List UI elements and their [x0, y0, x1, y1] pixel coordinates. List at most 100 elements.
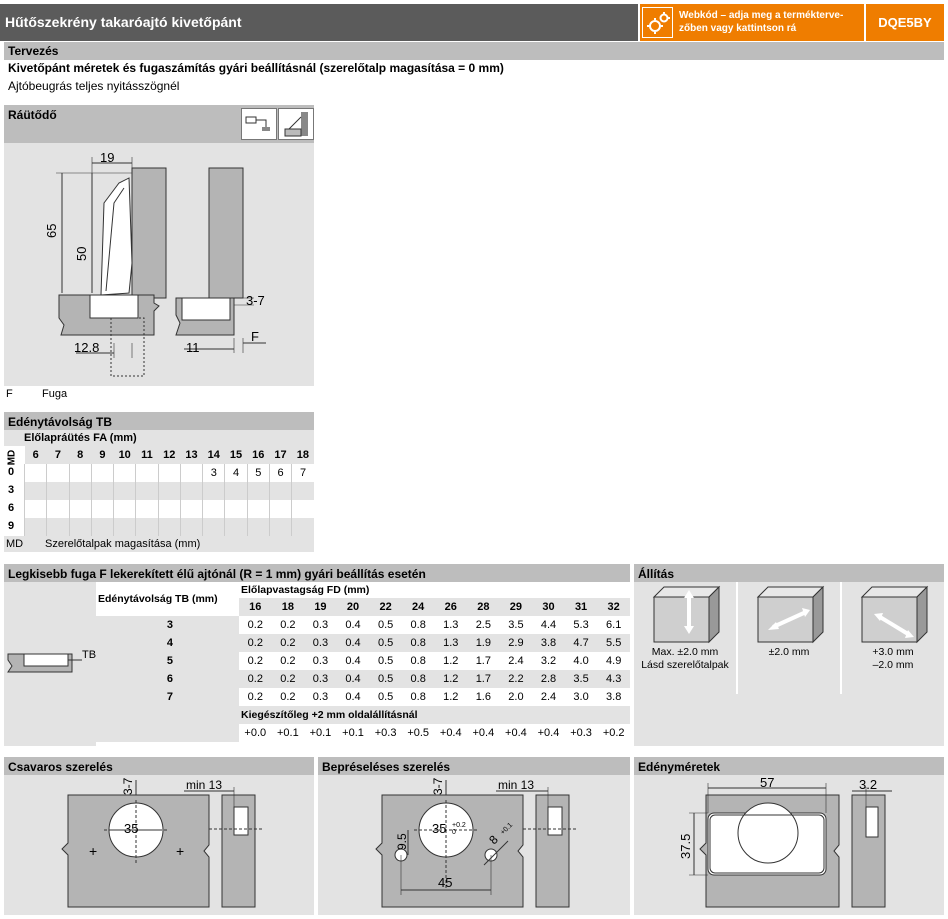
tb-heading: Edénytávolság TB [4, 412, 314, 430]
table-cell [224, 518, 248, 536]
table-cell: 3.5 [508, 619, 524, 631]
table-cell [157, 464, 181, 482]
dim-12-8: 12.8 [74, 340, 99, 355]
fd-header-cell: 32 [607, 601, 620, 613]
table-cell: +0.4 [537, 727, 560, 739]
table-cell: 0.3 [312, 691, 329, 703]
table-cell: 5.3 [573, 619, 589, 631]
edeny-heading: Edényméretek [634, 757, 944, 775]
fa-header-cell: 12 [163, 449, 176, 461]
table-row [23, 518, 314, 536]
table-cell [68, 464, 92, 482]
dim-19: 19 [100, 150, 114, 165]
adjust-item-side: ±2.0 mm [738, 582, 840, 746]
table-cell [135, 482, 159, 500]
table-row: 4 0.2 0.2 0.3 0.4 0.5 0.8 1.3 1.9 2.9 3.8 4.7 5.5 [96, 634, 630, 652]
table-cell [46, 482, 70, 500]
design-heading: Tervezés [4, 42, 944, 60]
dim-35: 35 [432, 821, 446, 836]
table-cell: 0.4 [345, 619, 361, 631]
edeny-drawing: 57 3.2 37.5 [678, 775, 892, 908]
design-heading-text: Tervezés [8, 44, 59, 58]
dim-3-7: 3-7 [246, 293, 265, 308]
dim-35: 35 [124, 821, 138, 836]
table-cell: 0.4 [345, 673, 361, 685]
table-cell: 2.4 [540, 691, 557, 703]
table-cell [46, 464, 70, 482]
dim-11: 11 [186, 340, 200, 355]
fd-header-cell: 24 [412, 601, 425, 613]
legend-value: Fuga [42, 388, 68, 400]
webcode-text: Webkód – adja meg a termékterve- [679, 10, 844, 21]
webcode-button[interactable]: Webkód – adja meg a termékterve- zőben v… [640, 4, 864, 41]
table-cell: 0.5 [377, 619, 394, 631]
table-cell: 0.2 [247, 637, 263, 649]
rautodo-drawing-panel: 19 65 50 12.8 3-7 11 F [4, 143, 314, 386]
tol-down: 0 [452, 829, 456, 836]
allitas-heading: Állítás [634, 564, 944, 582]
table-cell: 6 [268, 464, 292, 482]
fuga-table: Edénytávolság TB (mm) Előlapvastagság FD… [96, 582, 630, 742]
table-cell: 0.5 [377, 637, 394, 649]
md-row-label: 0 [8, 466, 15, 478]
table-cell [268, 500, 292, 518]
tol-up: +0.2 [452, 822, 466, 829]
table-cell: +0.4 [439, 727, 462, 739]
rautodo-heading-text: Ráütődő [8, 108, 57, 122]
table-cell: 2.4 [508, 655, 524, 667]
table-cell: 3.8 [540, 637, 557, 649]
product-code: DQE5BY [866, 4, 944, 41]
rautodo-legend: F Fuga [4, 386, 314, 402]
table-cell [23, 500, 47, 518]
table-cell [23, 464, 47, 482]
table-cell: 0.2 [247, 673, 263, 685]
table-row [23, 482, 314, 500]
title-bar: Hűtőszekrény takaróajtó kivetőpánt [0, 4, 638, 41]
fa-header-cell: 15 [229, 449, 243, 461]
gear-icon [642, 7, 673, 38]
table-cell: 0.2 [247, 691, 263, 703]
fd-header-cell: 18 [281, 601, 294, 613]
table-cell: 0.5 [377, 691, 394, 703]
table-cell: 4.7 [573, 637, 589, 649]
legend-key: F [6, 388, 13, 400]
fd-header-cell: 31 [574, 601, 588, 613]
table-cell [291, 518, 314, 536]
table-cell: 0.3 [312, 637, 329, 649]
fd-header-cell: 20 [346, 601, 360, 613]
dim-50: 50 [74, 247, 89, 261]
table-cell [291, 482, 314, 500]
table-cell: 0.2 [280, 637, 296, 649]
adjust-value: Max. ±2.0 mm [651, 646, 719, 658]
table-cell [179, 500, 203, 518]
table-cell: 3.0 [573, 691, 589, 703]
table-cell [157, 518, 181, 536]
edeny-heading-text: Edényméretek [638, 760, 721, 774]
table-cell: 0.8 [410, 655, 426, 667]
table-cell [268, 518, 292, 536]
table-cell: 4 [224, 464, 248, 482]
table-cell: 0.8 [410, 619, 426, 631]
table-cell [90, 482, 114, 500]
design-subheading-text: Kivetőpánt méretek és fugaszámítás gyári… [8, 61, 504, 75]
table-cell: +0.1 [277, 727, 299, 739]
table-row: 34567 [23, 464, 314, 482]
fd-header-cell: 16 [249, 601, 262, 613]
table-cell: 1.9 [475, 637, 491, 649]
product-code-text: DQE5BY [878, 15, 932, 30]
bepreseles-heading: Bepréseléses szerelés [318, 757, 630, 775]
table-cell: 4.4 [540, 619, 557, 631]
table-cell: 0.4 [345, 637, 361, 649]
table-cell [135, 464, 159, 482]
table-cell: 2.0 [508, 691, 524, 703]
table-cell: 0.3 [312, 619, 329, 631]
csv-bhead: + [176, 843, 184, 859]
adjust-item-height: +3.0 mm –2.0 mm [842, 582, 944, 746]
table-cell: 2.9 [508, 637, 524, 649]
md-row-label: 6 [8, 502, 15, 514]
fd-header-cell: 30 [542, 601, 555, 613]
table-cell: 4.3 [606, 673, 622, 685]
table-cell: 0.2 [280, 655, 296, 667]
adjust-value: +3.0 mm [872, 646, 914, 658]
webcode-text: zőben vagy kattintson rá [679, 23, 797, 34]
